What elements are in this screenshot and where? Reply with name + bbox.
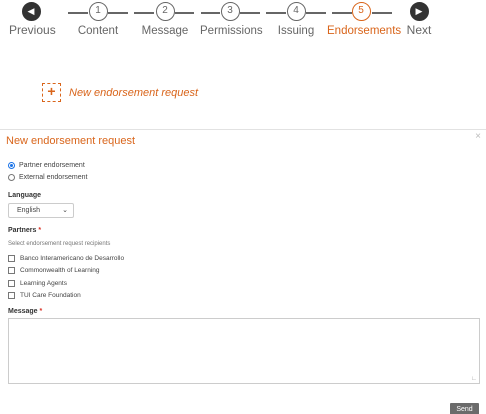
step-connector bbox=[372, 12, 392, 14]
step-number-3: 3 bbox=[220, 2, 240, 21]
partner-option-learning-agents[interactable]: Learning Agents bbox=[8, 280, 67, 287]
resize-handle-icon[interactable]: ∟ bbox=[471, 376, 477, 382]
step-connector bbox=[240, 12, 260, 14]
language-label: Language bbox=[8, 192, 42, 199]
checkbox[interactable] bbox=[8, 292, 15, 299]
step-number-2: 2 bbox=[155, 2, 175, 21]
new-endorsement-request-button[interactable]: + New endorsement request bbox=[42, 83, 198, 102]
partners-label: Partners * bbox=[8, 227, 41, 234]
step-label-message: Message bbox=[141, 25, 189, 37]
partners-label-text: Partners bbox=[8, 227, 37, 234]
step-issuing[interactable]: 4 Issuing bbox=[272, 2, 320, 37]
form-title: New endorsement request bbox=[6, 135, 136, 147]
next-label: Next bbox=[406, 23, 432, 37]
wizard-stepper: ◀ Previous 1 Content 2 Message 3 Permiss… bbox=[0, 0, 486, 48]
message-textarea[interactable]: ∟ bbox=[8, 318, 480, 384]
step-message[interactable]: 2 Message bbox=[141, 2, 189, 37]
step-number-1: 1 bbox=[88, 2, 108, 21]
previous-label: Previous bbox=[9, 23, 56, 37]
partner-option-tui[interactable]: TUI Care Foundation bbox=[8, 292, 81, 299]
new-endorsement-request-label: New endorsement request bbox=[69, 86, 199, 99]
radio-external-endorsement[interactable]: External endorsement bbox=[8, 174, 87, 181]
arrow-left-icon: ◀ bbox=[21, 2, 41, 21]
endorsement-request-form: × New endorsement request Partner endors… bbox=[0, 129, 486, 414]
radio-label: Partner endorsement bbox=[19, 162, 85, 169]
message-label-text: Message bbox=[8, 308, 38, 315]
arrow-right-icon: ▶ bbox=[409, 2, 429, 21]
previous-step-button[interactable]: ◀ Previous bbox=[9, 2, 56, 37]
radio-label: External endorsement bbox=[19, 174, 88, 181]
checkbox[interactable] bbox=[8, 280, 15, 287]
language-select[interactable]: English ⌄ bbox=[8, 203, 74, 218]
next-step-button[interactable]: ▶ Next bbox=[402, 2, 436, 37]
partner-option-label: TUI Care Foundation bbox=[20, 292, 81, 299]
radio-partner-endorsement[interactable]: Partner endorsement bbox=[8, 162, 85, 169]
partner-option-label: Learning Agents bbox=[20, 280, 67, 287]
step-connector bbox=[108, 12, 128, 14]
checkbox[interactable] bbox=[8, 267, 15, 274]
step-endorsements[interactable]: 5 Endorsements bbox=[327, 2, 402, 37]
required-marker: * bbox=[39, 308, 43, 315]
checkbox[interactable] bbox=[8, 255, 15, 262]
required-marker: * bbox=[38, 227, 42, 234]
step-permissions[interactable]: 3 Permissions bbox=[200, 2, 263, 37]
close-icon[interactable]: × bbox=[475, 131, 481, 142]
step-number-4: 4 bbox=[286, 2, 306, 21]
partner-option-label: Commonwealth of Learning bbox=[20, 267, 100, 274]
step-label-content: Content bbox=[77, 25, 119, 37]
step-label-issuing: Issuing bbox=[277, 25, 315, 37]
step-content[interactable]: 1 Content bbox=[74, 2, 122, 37]
radio-button-checked[interactable] bbox=[8, 162, 15, 169]
partner-option-commonwealth[interactable]: Commonwealth of Learning bbox=[8, 267, 100, 274]
radio-button[interactable] bbox=[8, 174, 15, 181]
step-number-5: 5 bbox=[351, 2, 371, 21]
step-label-endorsements: Endorsements bbox=[327, 25, 402, 37]
partner-option-label: Banco Interamericano de Desarrollo bbox=[20, 255, 125, 262]
language-selected-value: English bbox=[17, 207, 40, 214]
plus-icon: + bbox=[42, 83, 61, 102]
send-button[interactable]: Send bbox=[450, 403, 479, 414]
step-label-permissions: Permissions bbox=[200, 25, 263, 37]
step-connector bbox=[306, 12, 326, 14]
partner-option-banco[interactable]: Banco Interamericano de Desarrollo bbox=[8, 255, 124, 262]
message-label: Message * bbox=[8, 308, 42, 315]
chevron-down-icon: ⌄ bbox=[62, 207, 68, 214]
step-connector bbox=[175, 12, 194, 14]
partners-hint: Select endorsement request recipients bbox=[8, 241, 111, 247]
